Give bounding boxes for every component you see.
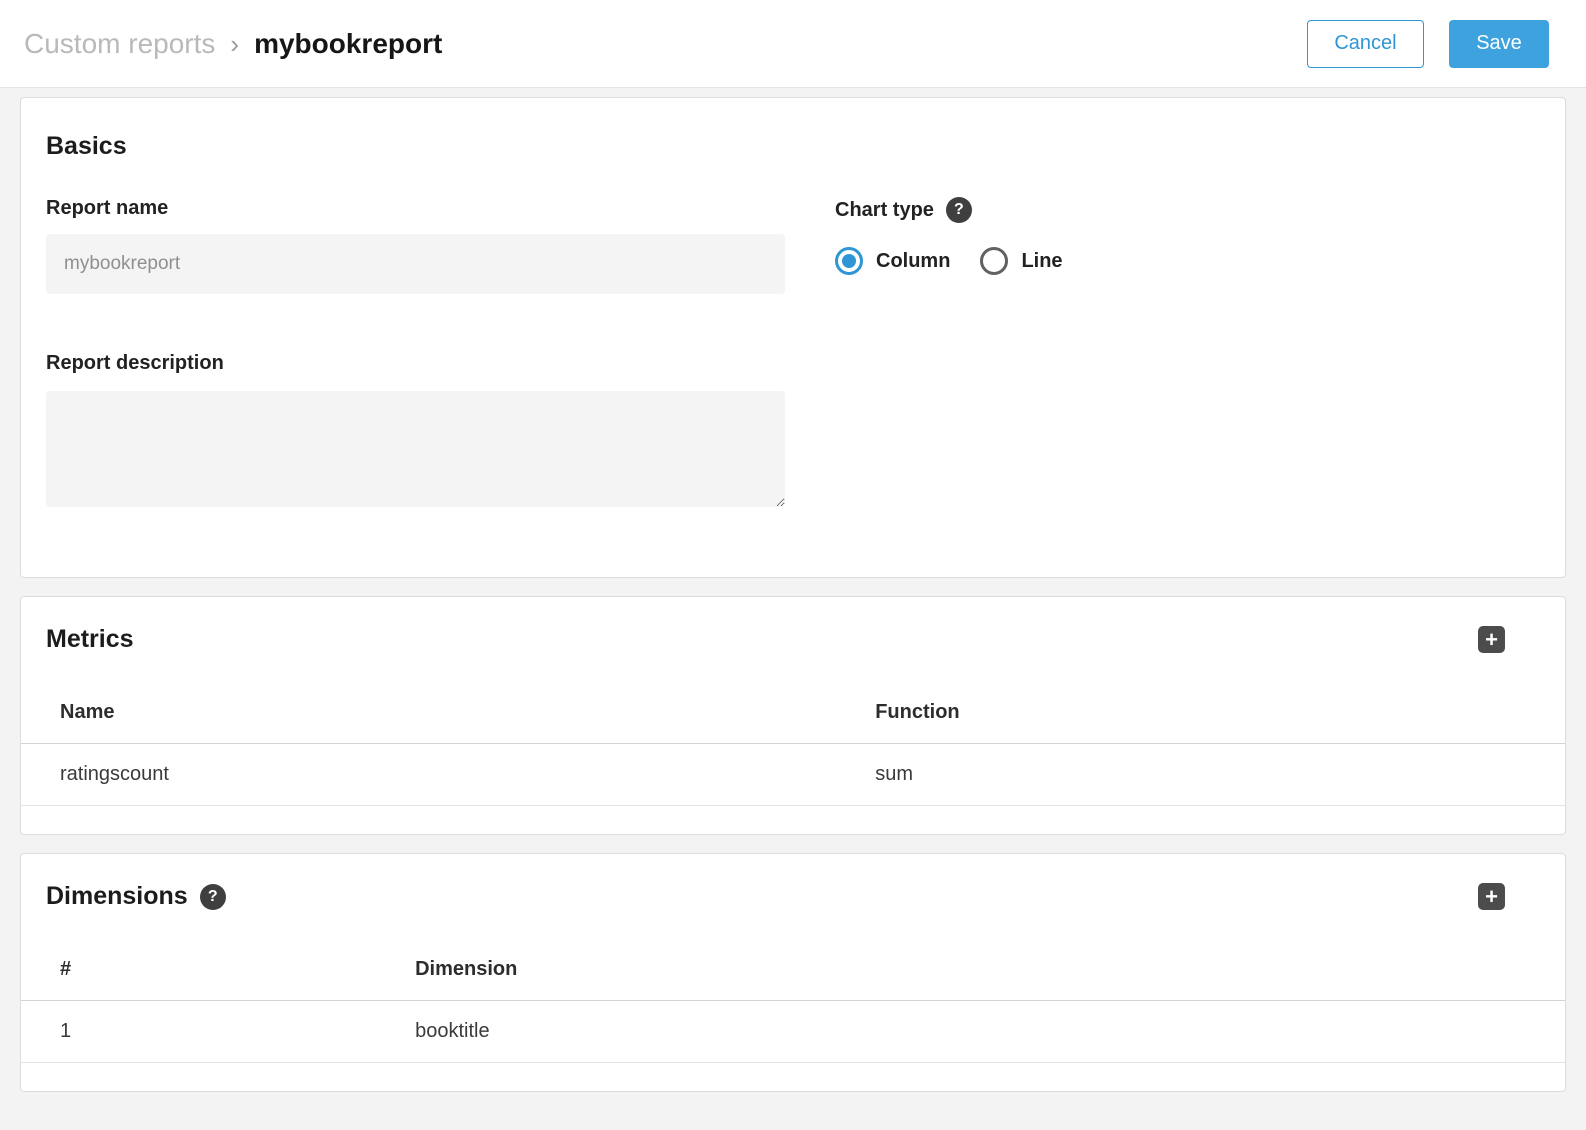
report-name-input[interactable] [46,234,785,294]
breadcrumb-current: mybookreport [254,28,442,60]
radio-option-label: Line [1021,250,1062,273]
radio-selected-icon[interactable] [835,247,863,275]
metrics-table: Name Function ratingscount sum [21,682,1565,806]
dimensions-title: Dimensions [46,882,188,911]
column-header-index: # [21,939,376,1001]
help-icon[interactable]: ? [200,884,226,910]
header-actions: Cancel Save [1307,20,1549,68]
help-icon[interactable]: ? [946,197,972,223]
table-row[interactable]: 1 booktitle [21,1001,1565,1063]
add-metric-button[interactable]: + [1478,626,1505,653]
table-row[interactable]: ratingscount sum [21,744,1565,806]
add-dimension-button[interactable]: + [1478,883,1505,910]
column-header-name: Name [21,682,836,744]
radio-unselected-icon[interactable] [980,247,1008,275]
dimensions-card: Dimensions ? + # Dimension 1 booktitle [20,853,1566,1092]
report-description-label: Report description [46,352,785,375]
save-button[interactable]: Save [1449,20,1549,68]
metrics-table-header: Name Function [21,682,1565,744]
dimension-name-cell: booktitle [376,1001,1565,1063]
metrics-card: Metrics + Name Function ratingscount sum [20,596,1566,835]
metric-name-cell: ratingscount [21,744,836,806]
radio-option-label: Column [876,250,950,273]
dimensions-table: # Dimension 1 booktitle [21,939,1565,1063]
chart-type-radio-column[interactable]: Column [835,247,950,275]
metric-function-cell: sum [836,744,1565,806]
dimension-index-cell: 1 [21,1001,376,1063]
chart-type-radio-group: Column Line [835,247,1063,275]
chart-type-label: Chart type [835,199,934,222]
breadcrumb: Custom reports › mybookreport [24,27,442,60]
report-name-label: Report name [46,197,785,220]
basics-card: Basics Report name Report description Ch… [20,97,1566,578]
cancel-button[interactable]: Cancel [1307,20,1424,68]
report-description-input[interactable] [46,391,785,507]
main-content: Basics Report name Report description Ch… [0,88,1586,1130]
column-header-dimension: Dimension [376,939,1565,1001]
top-bar: Custom reports › mybookreport Cancel Sav… [0,0,1586,88]
chart-type-radio-line[interactable]: Line [980,247,1062,275]
breadcrumb-parent[interactable]: Custom reports [24,28,215,60]
metrics-title: Metrics [46,625,134,654]
column-header-function: Function [836,682,1565,744]
chevron-right-icon: › [230,27,239,60]
dimensions-table-header: # Dimension [21,939,1565,1001]
basics-title: Basics [46,132,1540,161]
